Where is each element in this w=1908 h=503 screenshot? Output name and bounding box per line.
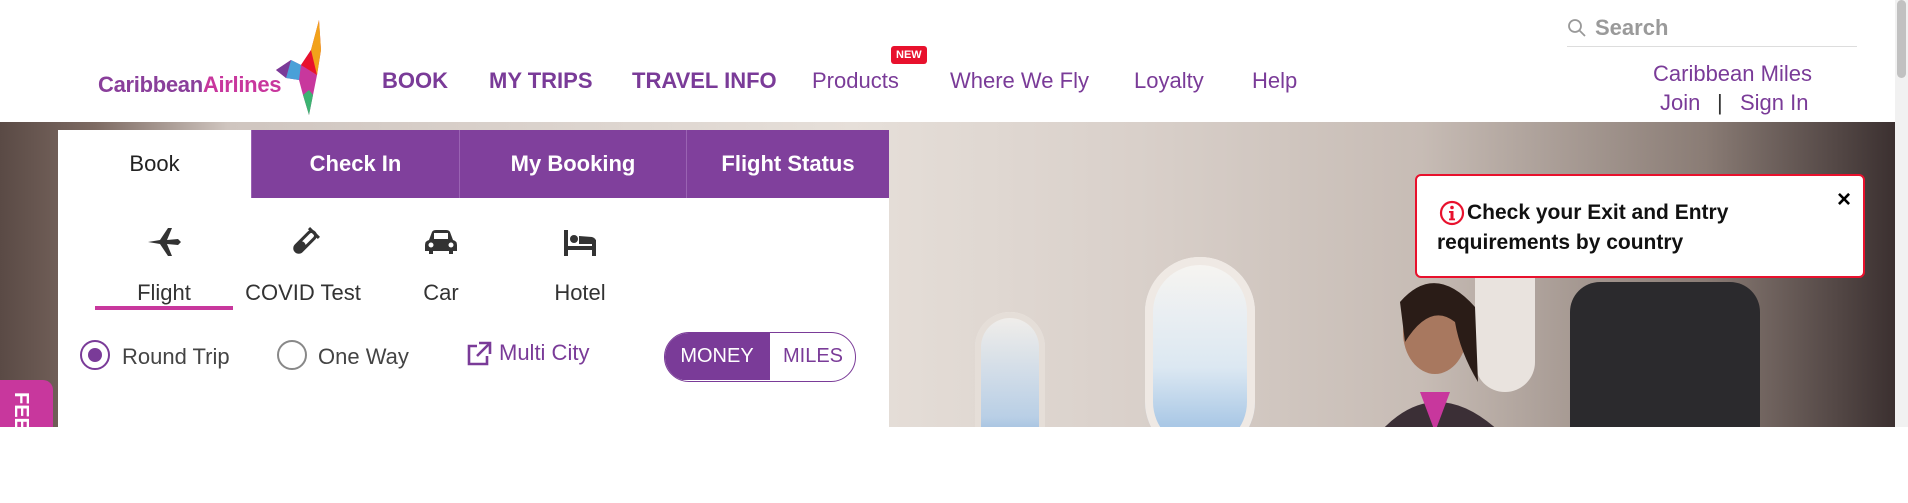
nav-travel-info[interactable]: TRAVEL INFO (632, 68, 777, 94)
nav-help[interactable]: Help (1252, 68, 1297, 94)
nav-products[interactable]: Products (812, 68, 899, 94)
account-separator: | (1717, 90, 1723, 115)
subtab-flight[interactable]: Flight (94, 226, 234, 308)
nav-book[interactable]: BOOK (382, 68, 448, 94)
logo-word-airlines: Airlines (202, 72, 282, 97)
subtab-flight-label: Flight (137, 280, 191, 305)
search-input[interactable] (1593, 12, 1847, 44)
logo-word-caribbean: Caribbean (98, 72, 203, 97)
cabin-window-center (1145, 257, 1255, 427)
sign-in-link[interactable]: Sign In (1740, 90, 1809, 116)
active-subtab-underline (95, 306, 233, 310)
subtab-hotel-label: Hotel (554, 280, 606, 305)
logo-wordmark: CaribbeanAirlines (98, 72, 281, 98)
currency-toggle: MONEY MILES (664, 332, 856, 382)
scrollbar-thumb[interactable] (1897, 0, 1906, 78)
cabin-seat (1570, 282, 1760, 427)
cabin-window-left (975, 312, 1045, 427)
passenger-illustration (1384, 283, 1495, 427)
booking-tabs: Book Check In My Booking Flight Status (58, 130, 889, 198)
close-icon[interactable]: × (1837, 186, 1851, 214)
one-way-label[interactable]: One Way (318, 344, 409, 370)
new-badge: NEW (891, 46, 927, 64)
tab-flight-status[interactable]: Flight Status (686, 130, 889, 198)
tab-book[interactable]: Book (58, 130, 251, 198)
page-scrollbar[interactable] (1895, 0, 1908, 427)
feedback-tab-label: FEEDBACK (10, 392, 32, 503)
tab-my-booking[interactable]: My Booking (459, 130, 686, 198)
join-link[interactable]: Join (1660, 90, 1700, 116)
tab-check-in[interactable]: Check In (251, 130, 459, 198)
caribbean-miles-title[interactable]: Caribbean Miles (1653, 61, 1812, 87)
nav-where-we-fly[interactable]: Where We Fly (950, 68, 1089, 94)
nav-loyalty[interactable]: Loyalty (1134, 68, 1204, 94)
site-header: CaribbeanAirlines BOOK MY TRIPS TRAVEL I… (0, 0, 1895, 122)
round-trip-label[interactable]: Round Trip (122, 344, 230, 370)
round-trip-radio[interactable] (80, 340, 110, 370)
miles-toggle-option[interactable]: MILES (769, 333, 855, 380)
external-link-icon[interactable] (465, 340, 493, 368)
subtab-car[interactable]: Car (371, 226, 511, 308)
multi-city-link[interactable]: Multi City (499, 340, 589, 366)
travel-requirements-alert: Check your Exit and Entry requirements b… (1415, 174, 1865, 278)
caribbean-airlines-logo[interactable]: CaribbeanAirlines (96, 20, 326, 115)
hummingbird-logo-icon (276, 20, 321, 115)
feedback-tab[interactable]: FEEDBACK (0, 380, 53, 503)
one-way-radio[interactable] (277, 340, 307, 370)
search-box (1567, 8, 1857, 47)
bed-icon (564, 230, 596, 256)
search-icon[interactable] (1567, 18, 1587, 38)
subtab-hotel[interactable]: Hotel (510, 226, 650, 308)
test-tube-icon (293, 227, 320, 254)
subtab-covid-test[interactable]: COVID Test (233, 226, 373, 308)
plane-icon (148, 228, 181, 256)
subtab-covid-test-label: COVID Test (245, 280, 361, 305)
alert-message: Check your Exit and Entry requirements b… (1437, 201, 1729, 254)
subtab-car-label: Car (423, 280, 459, 305)
nav-my-trips[interactable]: MY TRIPS (489, 68, 593, 94)
money-toggle-option[interactable]: MONEY (665, 333, 769, 380)
car-icon (425, 230, 457, 254)
